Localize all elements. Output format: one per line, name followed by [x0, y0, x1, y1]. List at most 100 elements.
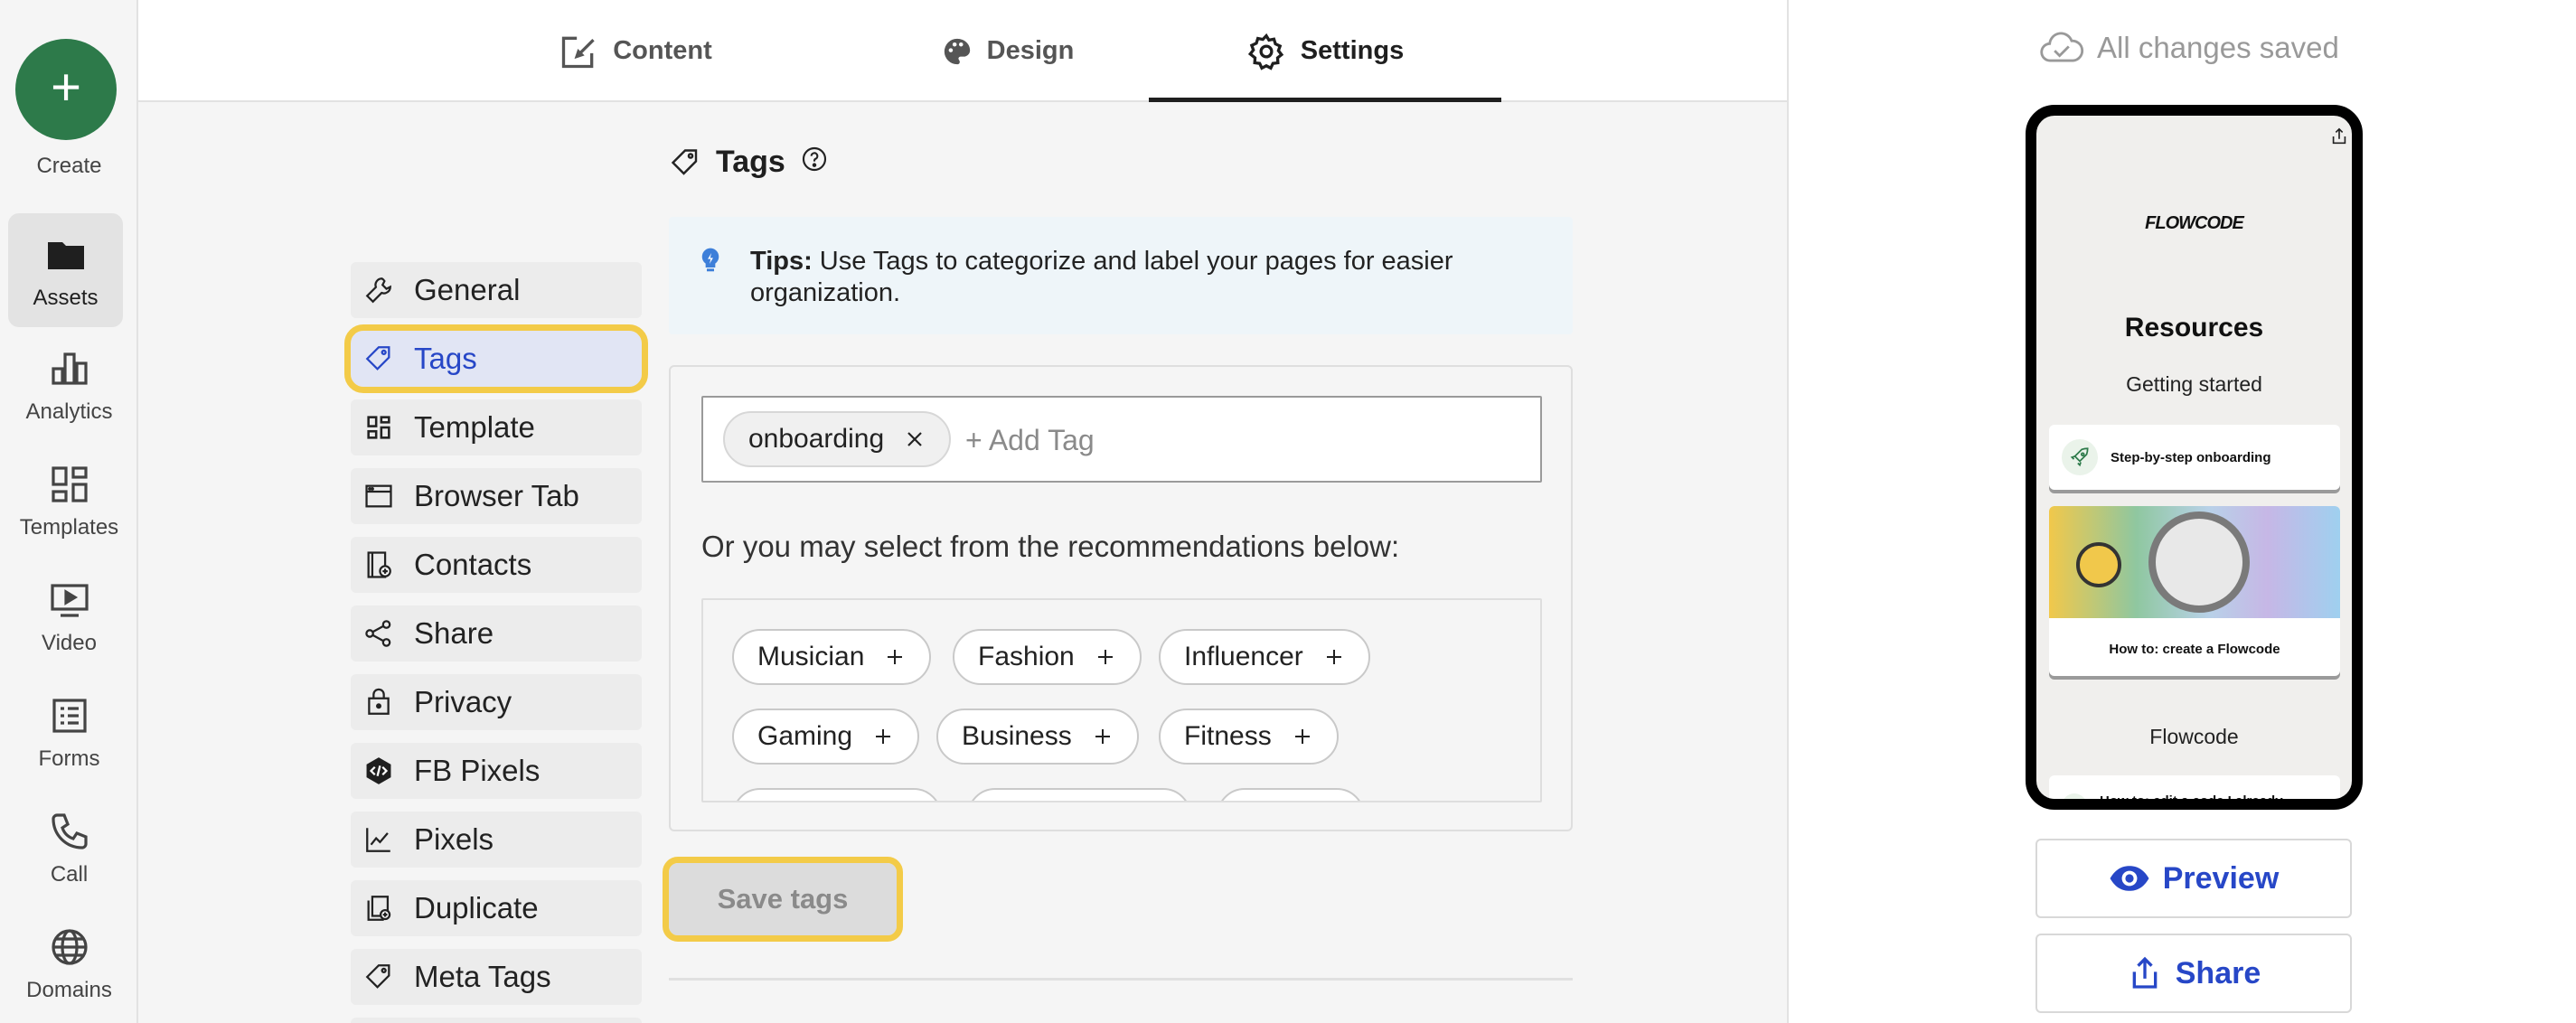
- tab-content[interactable]: Content: [500, 0, 771, 102]
- nav-label: Meta Tags: [414, 960, 551, 993]
- tag-input-field[interactable]: onboarding: [701, 396, 1542, 483]
- add-tag-input[interactable]: [965, 416, 1471, 465]
- rail-label: Forms: [38, 746, 100, 771]
- rail-label: Video: [42, 631, 97, 655]
- active-tab-underline: [1149, 98, 1501, 102]
- share-icon[interactable]: [2329, 127, 2349, 146]
- rail-label: Templates: [19, 515, 119, 540]
- rail-label: Domains: [26, 978, 112, 1002]
- wrench-icon: [365, 277, 391, 304]
- plus-icon: [876, 729, 891, 744]
- nav-label: Privacy: [414, 685, 512, 718]
- tab-settings[interactable]: Settings: [1149, 0, 1501, 102]
- browser-icon: [365, 484, 392, 508]
- nav-item-browser-tab[interactable]: Browser Tab: [351, 468, 642, 524]
- nav-label: Browser Tab: [414, 479, 579, 512]
- tab-label: Content: [613, 36, 712, 65]
- recommended-tag-chip[interactable]: Business: [936, 709, 1139, 765]
- preview-image-card[interactable]: How to: create a Flowcode: [2049, 506, 2340, 676]
- chart-line-icon: [366, 828, 390, 852]
- nav-item-fb-pixels[interactable]: FB Pixels: [351, 743, 642, 799]
- tab-design[interactable]: Design: [872, 0, 1143, 102]
- preview-section-label: Flowcode: [2149, 725, 2239, 748]
- nav-label: Pixels: [414, 822, 494, 856]
- nav-label: Tags: [414, 342, 477, 375]
- lightbulb-icon: [701, 248, 719, 272]
- plus-icon: [1326, 650, 1341, 664]
- recommended-tag-chip-partial[interactable]: [732, 788, 942, 801]
- duplicate-icon: [367, 896, 391, 921]
- folder-icon: [47, 242, 84, 269]
- share-button[interactable]: Share: [2035, 934, 2352, 1013]
- save-status-text: All changes saved: [2097, 31, 2339, 64]
- qr-collage-image: [2049, 506, 2340, 618]
- nav-item-contacts[interactable]: Contacts: [351, 537, 642, 593]
- create-label: Create: [36, 154, 102, 178]
- tips-text: Tips: Use Tags to categorize and label y…: [750, 246, 1546, 309]
- rail-item-templates[interactable]: Templates: [0, 463, 138, 540]
- left-rail: + Create Assets Analytics Templates Vide…: [0, 0, 138, 1023]
- tips-callout: Tips: Use Tags to categorize and label y…: [669, 217, 1573, 334]
- nav-item-general[interactable]: General: [351, 262, 642, 318]
- nav-item-partial: [351, 1018, 642, 1023]
- nav-label: General: [414, 273, 521, 306]
- recommended-tag-chip[interactable]: Musician: [732, 629, 932, 685]
- rail-item-video[interactable]: Video: [0, 578, 138, 656]
- section-heading: Tags: [669, 145, 829, 180]
- rail-item-forms[interactable]: Forms: [0, 694, 138, 772]
- preview-title: Resources: [2124, 313, 2264, 343]
- palette-icon: [944, 38, 970, 64]
- link-icon: [2062, 793, 2087, 799]
- plus-icon[interactable]: +: [15, 39, 117, 140]
- nav-item-duplicate[interactable]: Duplicate: [351, 880, 642, 936]
- nav-item-tags[interactable]: Tags: [344, 324, 648, 393]
- recommended-tag-chip[interactable]: Influencer: [1159, 629, 1370, 685]
- app-window: + Create Assets Analytics Templates Vide…: [0, 0, 2576, 1023]
- contacts-icon: [367, 551, 391, 578]
- video-icon: [50, 584, 89, 617]
- forms-icon: [52, 699, 87, 733]
- preview-link-card[interactable]: Step-by-step onboarding: [2049, 425, 2340, 490]
- card-label: How to: edit a code I already: [2100, 793, 2283, 809]
- nav-item-template[interactable]: Template: [351, 399, 642, 455]
- gear-icon: [1247, 33, 1283, 70]
- recommended-tag-chip-partial[interactable]: [967, 788, 1191, 801]
- recommended-tag-chip[interactable]: Gaming: [732, 709, 920, 765]
- card-label: Step-by-step onboarding: [2111, 449, 2271, 465]
- close-icon[interactable]: [904, 428, 926, 450]
- nav-item-meta-tags[interactable]: Meta Tags: [351, 949, 642, 1005]
- plus-icon: [1097, 650, 1113, 664]
- nav-item-privacy[interactable]: Privacy: [351, 674, 642, 730]
- tips-body: Use Tags to categorize and label your pa…: [750, 247, 1453, 307]
- share-icon: [2132, 956, 2158, 989]
- preview-button[interactable]: Preview: [2035, 839, 2352, 918]
- nav-label: Share: [414, 616, 494, 650]
- help-icon[interactable]: [800, 145, 829, 174]
- templates-icon: [51, 466, 88, 502]
- rail-label: Analytics: [25, 399, 113, 424]
- chip-label: Gaming: [757, 721, 853, 751]
- rail-item-assets[interactable]: Assets: [8, 213, 123, 327]
- recommendations-list[interactable]: Musician Fashion Influencer Gaming Busin…: [701, 598, 1542, 802]
- save-tags-button[interactable]: Save tags: [663, 857, 903, 942]
- nav-item-share[interactable]: Share: [351, 605, 642, 662]
- rail-item-domains[interactable]: Domains: [0, 925, 138, 1003]
- chip-label: Business: [962, 721, 1072, 751]
- edit-icon: [562, 36, 595, 68]
- globe-icon: [51, 929, 88, 965]
- recommended-tag-chip[interactable]: Fitness: [1159, 709, 1339, 765]
- preview-button-label: Preview: [2162, 860, 2280, 896]
- plus-icon: [1095, 729, 1110, 744]
- eye-icon: [2110, 866, 2149, 891]
- recommended-tag-chip-partial[interactable]: [1217, 788, 1365, 801]
- nav-item-pixels[interactable]: Pixels: [351, 812, 642, 868]
- preview-link-card[interactable]: How to: edit a code I already: [2049, 775, 2340, 809]
- plus-icon: [888, 650, 903, 664]
- phone-icon: [51, 813, 88, 849]
- template-icon: [367, 416, 390, 439]
- recommended-tag-chip[interactable]: Fashion: [953, 629, 1142, 685]
- rail-item-call[interactable]: Call: [0, 810, 138, 887]
- rail-item-analytics[interactable]: Analytics: [0, 347, 138, 425]
- tab-label: Design: [986, 36, 1075, 65]
- brand-logo: FLOWCODE: [2145, 213, 2244, 233]
